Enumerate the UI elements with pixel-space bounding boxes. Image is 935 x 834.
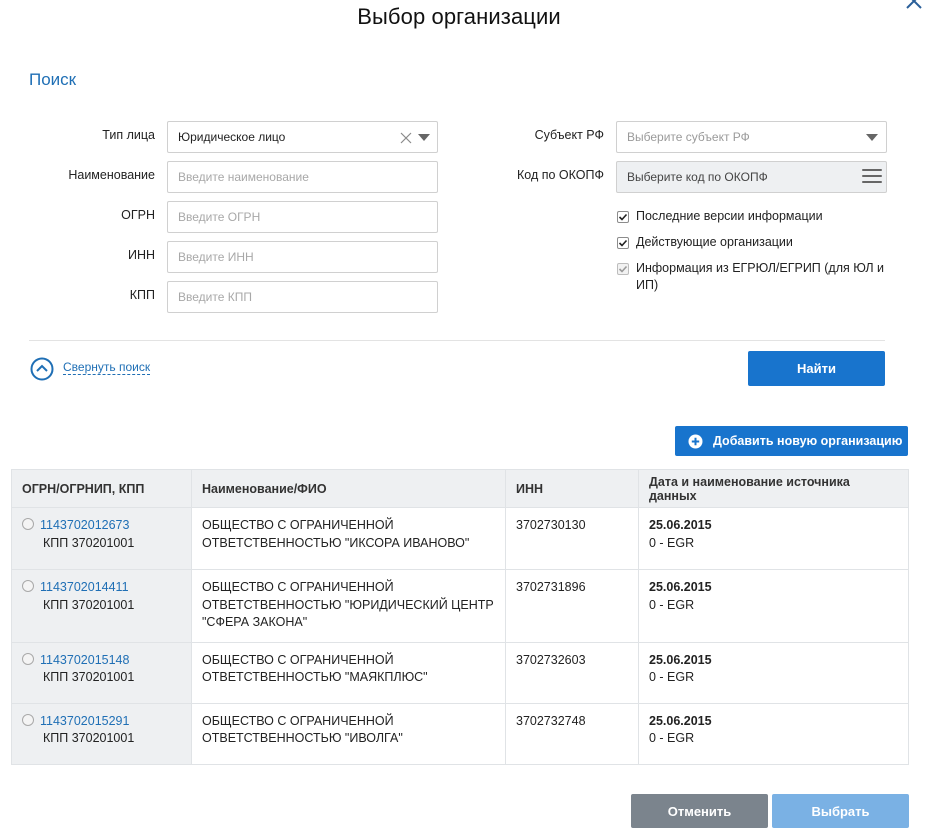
source-cell: 25.06.2015 0 - EGR <box>638 569 909 643</box>
ogrn-label: ОГРН <box>121 208 155 222</box>
source-text: 0 - EGR <box>649 731 695 745</box>
inn-input[interactable] <box>167 241 438 273</box>
date-text: 25.06.2015 <box>649 518 712 532</box>
ogrn-cell: 1143702015291 КПП 370201001 <box>11 702 192 765</box>
row-radio[interactable] <box>22 518 34 530</box>
ogrn-cell: 1143702014411 КПП 370201001 <box>11 569 192 643</box>
okopf-label: Код по ОКОПФ <box>517 168 604 182</box>
chevron-down-icon[interactable] <box>866 134 878 141</box>
checkbox-active-orgs[interactable] <box>617 237 629 249</box>
menu-icon[interactable] <box>862 169 882 183</box>
row-radio[interactable] <box>22 713 34 726</box>
cancel-button[interactable]: Отменить <box>631 794 768 828</box>
plus-circle-icon <box>688 434 703 448</box>
column-header: Наименование/ФИО <box>191 469 506 508</box>
table-row[interactable]: 1143702014411 КПП 370201001 ОБЩЕСТВО С О… <box>11 569 909 643</box>
kpp-input[interactable] <box>167 281 438 313</box>
source-text: 0 - EGR <box>649 597 695 612</box>
clear-icon[interactable] <box>400 132 412 144</box>
inn-cell: 3702731896 <box>505 569 639 643</box>
find-button[interactable]: Найти <box>748 351 885 386</box>
ogrn-link[interactable]: 1143702015148 <box>40 653 129 667</box>
checkbox-latest-versions[interactable] <box>617 211 629 223</box>
checkbox-label: Информация из ЕГРЮЛ/ЕГРИП (для ЮЛ и ИП) <box>636 261 884 292</box>
source-text: 0 - EGR <box>649 535 695 550</box>
subject-select[interactable]: Выберите субъект РФ <box>616 121 887 153</box>
chevron-up-icon[interactable] <box>30 357 54 381</box>
column-header: Дата и наименование источника данных <box>638 469 909 508</box>
table-row[interactable]: 1143702015148 КПП 370201001 ОБЩЕСТВО С О… <box>11 641 909 704</box>
row-radio[interactable] <box>22 652 34 665</box>
chevron-down-icon[interactable] <box>418 134 430 141</box>
kpp-text: КПП 370201001 <box>43 535 135 550</box>
collapse-search-link[interactable]: Свернуть поиск <box>63 360 151 375</box>
ogrn-link[interactable]: 1143702014411 <box>40 580 129 594</box>
person-type-value: Юридическое лицо <box>178 130 286 144</box>
org-name-cell: ОБЩЕСТВО С ОГРАНИЧЕННОЙ ОТВЕТСТВЕННОСТЬЮ… <box>191 641 506 704</box>
kpp-label: КПП <box>129 288 155 302</box>
select-button[interactable]: Выбрать <box>772 794 909 828</box>
table-row[interactable]: 1143702015291 КПП 370201001 ОБЩЕСТВО С О… <box>11 702 909 765</box>
checkbox-label: Действующие организации <box>636 235 793 249</box>
kpp-text: КПП 370201001 <box>43 670 135 684</box>
ogrn-cell: 1143702012673 КПП 370201001 <box>11 507 192 570</box>
table-row[interactable]: 1143702012673 КПП 370201001 ОБЩЕСТВО С О… <box>11 507 909 570</box>
inn-cell: 3702732748 <box>505 702 639 765</box>
ogrn-link[interactable]: 1143702012673 <box>40 518 129 532</box>
subject-placeholder: Выберите субъект РФ <box>627 130 750 144</box>
inn-cell: 3702732603 <box>505 641 639 704</box>
add-organization-label: Добавить новую организацию <box>713 434 903 448</box>
close-icon[interactable] <box>904 0 928 10</box>
kpp-text: КПП 370201001 <box>43 597 135 612</box>
source-text: 0 - EGR <box>649 670 695 684</box>
name-label: Наименование <box>68 168 155 182</box>
dialog-title: Выбор организации <box>357 4 561 29</box>
okopf-select[interactable]: Выберите код по ОКОПФ <box>616 161 887 193</box>
search-section-title: Поиск <box>29 70 77 89</box>
row-radio[interactable] <box>22 580 34 592</box>
kpp-text: КПП 370201001 <box>43 731 135 745</box>
date-text: 25.06.2015 <box>649 580 712 594</box>
date-text: 25.06.2015 <box>649 652 712 667</box>
ogrn-cell: 1143702015148 КПП 370201001 <box>11 641 192 704</box>
checkbox-egrul[interactable] <box>617 263 629 275</box>
source-cell: 25.06.2015 0 - EGR <box>638 641 909 704</box>
subject-label: Субъект РФ <box>534 128 604 142</box>
source-cell: 25.06.2015 0 - EGR <box>638 702 909 765</box>
org-name-cell: ОБЩЕСТВО С ОГРАНИЧЕННОЙ ОТВЕТСТВЕННОСТЬЮ… <box>191 569 506 643</box>
ogrn-input[interactable] <box>167 201 438 233</box>
results-table: ОГРН/ОГРНИП, КПП Наименование/ФИО ИНН Да… <box>11 469 909 765</box>
org-name-cell: ОБЩЕСТВО С ОГРАНИЧЕННОЙ ОТВЕТСТВЕННОСТЬЮ… <box>191 507 506 570</box>
divider <box>29 340 885 341</box>
column-header: ИНН <box>505 469 639 508</box>
checkbox-label: Последние версии информации <box>636 209 823 223</box>
person-type-select[interactable]: Юридическое лицо <box>167 121 438 153</box>
source-cell: 25.06.2015 0 - EGR <box>638 507 909 570</box>
date-text: 25.06.2015 <box>649 713 712 728</box>
okopf-placeholder: Выберите код по ОКОПФ <box>627 170 768 184</box>
inn-cell: 3702730130 <box>505 507 639 570</box>
ogrn-link[interactable]: 1143702015291 <box>40 714 129 728</box>
inn-label: ИНН <box>127 248 155 262</box>
add-organization-button[interactable]: Добавить новую организацию <box>675 426 908 456</box>
column-header: ОГРН/ОГРНИП, КПП <box>11 469 192 508</box>
org-name-cell: ОБЩЕСТВО С ОГРАНИЧЕННОЙ ОТВЕТСТВЕННОСТЬЮ… <box>191 702 506 765</box>
person-type-label: Тип лица <box>102 128 155 142</box>
name-input[interactable] <box>167 161 438 193</box>
